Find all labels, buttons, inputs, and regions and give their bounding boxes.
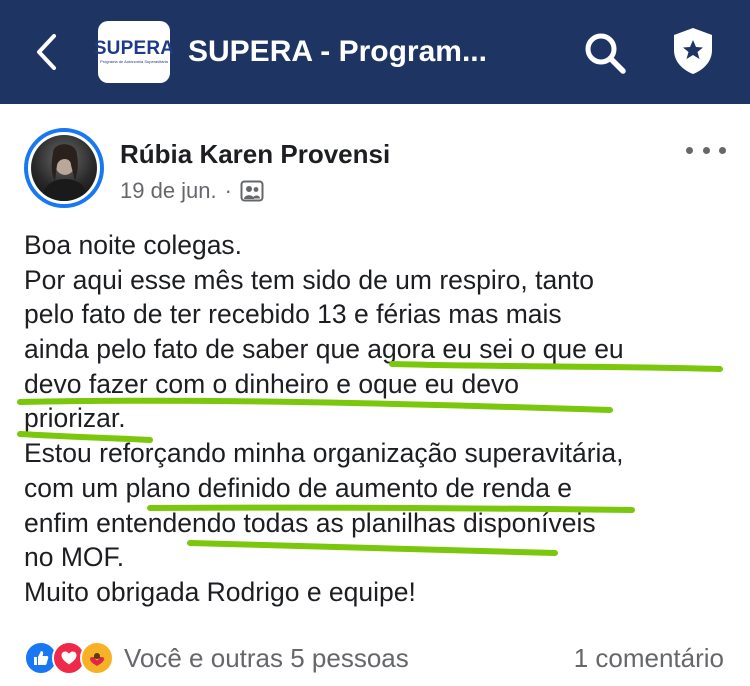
group-members-icon (240, 180, 264, 202)
care-icon (80, 641, 114, 675)
post-line: Muito obrigada Rodrigo e equipe! (24, 576, 416, 607)
group-header-bar: SUPERA Programa de Autonomia Superavitár… (0, 0, 750, 104)
post-meta: 19 de jun. · (120, 176, 264, 206)
post-line: Estou reforçando minha organização super… (24, 438, 624, 469)
author-name[interactable]: Rúbia Karen Provensi (120, 136, 390, 172)
back-button[interactable] (26, 30, 66, 74)
post-line: Por aqui esse mês tem sido de um respiro… (24, 264, 595, 295)
dot-icon (686, 146, 693, 154)
logo-text: SUPERA (93, 38, 175, 59)
reactions-text: Você e outras 5 pessoas (124, 643, 409, 673)
post-line: priorizar. (24, 403, 126, 434)
post-line: Boa noite colegas. (24, 230, 243, 260)
admin-tools-button[interactable] (669, 26, 717, 76)
dot-icon (702, 146, 710, 154)
post-line: ainda pelo fato de saber que agora eu se… (24, 334, 624, 365)
search-icon (585, 33, 626, 74)
more-options-button[interactable] (686, 140, 726, 160)
author-avatar[interactable] (24, 128, 104, 208)
post-line: pelo fato de ter recebido 13 e férias ma… (24, 299, 562, 330)
logo-subtitle: Programa de Autonomia Superavitária (100, 59, 168, 64)
reactions-summary[interactable]: Você e outras 5 pessoas (24, 638, 409, 678)
group-logo[interactable]: SUPERA Programa de Autonomia Superavitár… (94, 21, 174, 83)
admin-shield-star-icon (674, 28, 712, 74)
post-line: enfim entendendo todas as planilhas disp… (24, 507, 596, 538)
back-arrow-icon (37, 34, 56, 70)
post-line: com um plano definido de aumento de rend… (24, 472, 573, 503)
person-silhouette-icon (41, 144, 89, 201)
group-title[interactable]: SUPERA - Program... (188, 30, 548, 74)
author-photo (31, 135, 97, 201)
post-text: Boa noite colegas. Por aqui esse mês tem… (24, 228, 736, 610)
post-date[interactable]: 19 de jun. (120, 176, 217, 206)
dot-icon (719, 146, 726, 154)
search-button[interactable] (582, 30, 628, 76)
post-line: no MOF. (24, 542, 125, 573)
meta-separator: · (224, 178, 232, 203)
post-line: devo fazer com o dinheiro e oque eu devo (24, 368, 519, 399)
comments-count-link[interactable]: 1 comentário (574, 638, 724, 678)
